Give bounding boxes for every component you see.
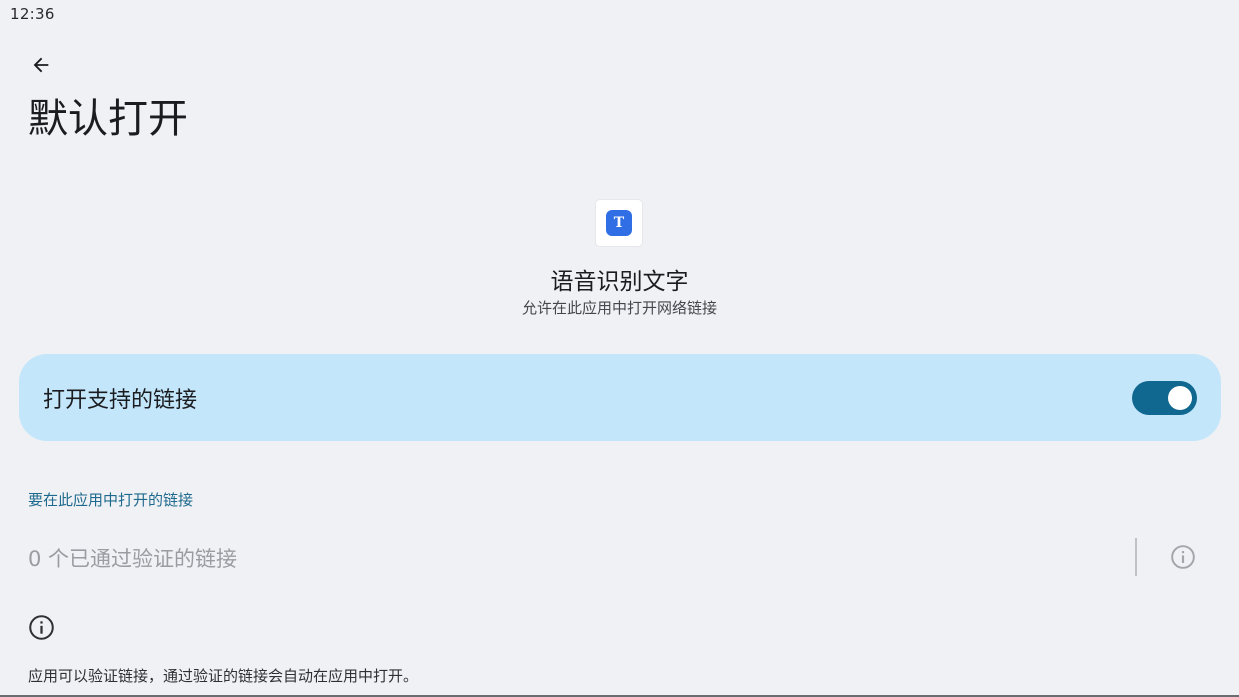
text-app-icon: T [606,210,632,236]
page-title: 默认打开 [28,96,188,142]
open-supported-links-toggle[interactable]: 打开支持的链接 [19,354,1221,441]
verified-links-row: 0 个已通过验证的链接 [0,530,1239,586]
info-circle-icon [29,615,54,640]
toggle-switch[interactable] [1132,380,1197,415]
app-name: 语音识别文字 [550,269,689,295]
back-button[interactable] [24,48,58,82]
verified-links-info-button[interactable] [1168,542,1198,572]
app-subtitle: 允许在此应用中打开网络链接 [521,299,717,317]
footer-description: 应用可以验证链接，通过验证的链接会自动在应用中打开。 [28,667,419,685]
toggle-label: 打开支持的链接 [43,387,198,413]
row-divider [1135,538,1137,576]
arrow-left-icon [33,57,49,73]
info-circle-icon [1171,545,1195,569]
app-icon: T [596,200,642,246]
links-section-header: 要在此应用中打开的链接 [28,491,194,509]
toggle-switch-thumb [1168,385,1192,410]
verified-links-count: 0 个已通过验证的链接 [28,547,238,571]
status-bar-time: 12:36 [10,5,55,23]
